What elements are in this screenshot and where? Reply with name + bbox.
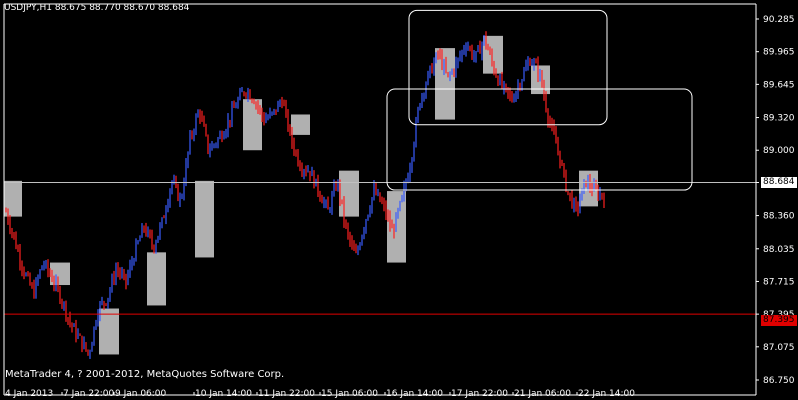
price-chart[interactable]: 90.285 89.965 89.645 89.320 89.000 88.684 88.3… — [0, 0, 798, 400]
time-label: 16 Jan 14:00 — [386, 389, 443, 399]
price-label: 86.750 — [763, 376, 795, 386]
current-price-tag: 88.684 — [761, 177, 797, 188]
price-label: 87.715 — [763, 277, 795, 287]
price-label: 89.000 — [763, 146, 795, 156]
price-bars — [5, 31, 605, 359]
price-label: 87.075 — [763, 343, 795, 353]
session-box — [195, 180, 214, 258]
level-price-tag: 87.395 — [761, 315, 797, 326]
copyright-text: MetaTrader 4, ? 2001-2012, MetaQuotes So… — [5, 369, 285, 380]
price-label: 88.360 — [763, 212, 795, 222]
price-label: 89.645 — [763, 80, 795, 90]
time-label: 17 Jan 22:00 — [451, 389, 508, 399]
time-label: 21 Jan 06:00 — [514, 389, 571, 399]
time-label: 11 Jan 22:00 — [258, 389, 315, 399]
price-label: 88.035 — [763, 245, 795, 255]
chart-window[interactable]: 90.285 89.965 89.645 89.320 89.000 88.684 88.3… — [0, 0, 798, 400]
symbol-label: USDJPY,H1 — [4, 3, 52, 13]
ohlc-values: 88.675 88.770 88.670 88.684 — [54, 3, 190, 13]
session-box — [147, 252, 166, 306]
time-label: 4 Jan 2013 — [5, 389, 53, 399]
session-box — [291, 114, 310, 135]
session-box — [339, 170, 359, 217]
session-box — [243, 99, 262, 151]
price-label: 90.285 — [763, 15, 795, 25]
session-box — [4, 180, 22, 217]
symbol-header: USDJPY,H1 88.675 88.770 88.670 88.684 — [4, 3, 189, 13]
time-label: 15 Jan 06:00 — [321, 389, 378, 399]
session-box — [50, 262, 70, 286]
time-label: 22 Jan 14:00 — [578, 389, 635, 399]
session-range-boxes — [4, 35, 598, 355]
session-box — [99, 308, 119, 355]
chart-lines — [4, 9, 756, 315]
price-label: 89.320 — [763, 114, 795, 124]
price-label: 89.965 — [763, 48, 795, 58]
time-label: 9 Jan 06:00 — [115, 389, 167, 399]
time-label: 7 Jan 22:00 — [63, 389, 115, 399]
time-label: 10 Jan 14:00 — [195, 389, 252, 399]
rectangle-object — [386, 88, 693, 191]
